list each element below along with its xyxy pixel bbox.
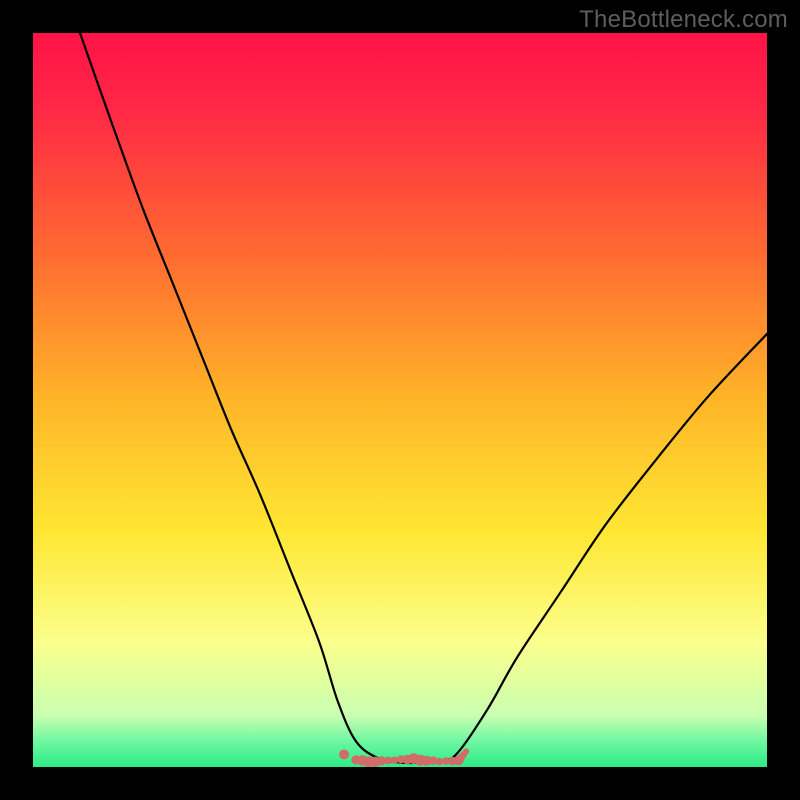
gradient-background	[33, 33, 767, 767]
watermark-text: TheBottleneck.com	[579, 6, 788, 34]
chart-frame: TheBottleneck.com	[0, 0, 800, 800]
bottleneck-chart	[33, 33, 767, 767]
chart-svg	[33, 33, 767, 767]
